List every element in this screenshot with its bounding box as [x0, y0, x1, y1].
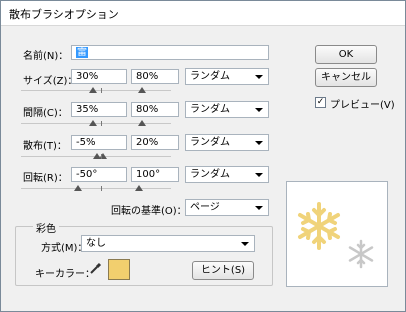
check-icon: ✓: [316, 97, 325, 107]
spacing-label: 間隔(C)：: [23, 108, 68, 119]
name-label: 名前(N)：: [23, 51, 69, 62]
spacing-min-thumb[interactable]: [89, 120, 97, 126]
spacing-max-thumb[interactable]: [138, 120, 146, 126]
rotation-label: 回転(R)：: [23, 173, 68, 184]
scatter-method-dropdown[interactable]: ランダム: [185, 134, 269, 151]
rotation-method-value: ランダム: [190, 169, 230, 180]
scatter-slider[interactable]: [21, 151, 171, 161]
chevron-down-icon: [255, 108, 263, 112]
preview-label: プレビュー(V): [330, 100, 395, 111]
eyedropper-icon[interactable]: [89, 261, 103, 275]
size-method-value: ランダム: [190, 71, 230, 82]
name-value: 雷: [76, 47, 88, 58]
scatter-min-field[interactable]: -5%: [71, 135, 127, 150]
colorization-method-dropdown[interactable]: なし: [81, 235, 255, 252]
spacing-min-field[interactable]: 35%: [71, 102, 127, 117]
size-slider[interactable]: [21, 85, 171, 95]
snowflake-icon: [298, 202, 374, 269]
size-min-field[interactable]: 30%: [71, 69, 127, 84]
rotation-min-field[interactable]: -50°: [71, 167, 127, 182]
key-color-swatch[interactable]: [108, 259, 130, 280]
rotation-max-field[interactable]: 100°: [131, 167, 179, 182]
rotation-basis-dropdown[interactable]: ページ: [185, 199, 269, 216]
chevron-down-icon: [255, 75, 263, 79]
scatter-center-tick: [101, 154, 102, 159]
chevron-down-icon: [241, 242, 249, 246]
dialog-title: 散布ブラシオプション: [9, 8, 119, 21]
spacing-max-field[interactable]: 80%: [131, 102, 179, 117]
rotation-method-dropdown[interactable]: ランダム: [185, 166, 269, 183]
title-bar: 散布ブラシオプション: [1, 1, 405, 26]
cancel-button[interactable]: キャンセル: [315, 68, 377, 87]
rotation-basis-label: 回転の基準(O)：: [111, 206, 187, 217]
rotation-max-thumb[interactable]: [135, 185, 143, 191]
size-max-thumb[interactable]: [138, 87, 146, 93]
scatter-max-field[interactable]: 20%: [131, 135, 179, 150]
key-color-label: キーカラー：: [35, 269, 95, 280]
size-max-field[interactable]: 80%: [131, 69, 179, 84]
chevron-down-icon: [255, 206, 263, 210]
spacing-method-value: ランダム: [190, 104, 230, 115]
scatter-method-value: ランダム: [190, 137, 230, 148]
rotation-min-thumb[interactable]: [74, 185, 82, 191]
rotation-slider[interactable]: [21, 183, 171, 193]
size-center-tick: [101, 88, 102, 93]
brush-preview: [286, 181, 388, 287]
rotation-slider-track: [21, 188, 171, 189]
hint-button[interactable]: ヒント(S): [192, 261, 254, 280]
rotation-center-tick: [101, 186, 102, 191]
chevron-down-icon: [255, 141, 263, 145]
name-input[interactable]: 雷: [71, 45, 269, 60]
preview-checkbox[interactable]: ✓: [315, 97, 326, 108]
dialog-window: 散布ブラシオプション 名前(N)： 雷 サイズ(Z)： 30% 80% ランダム…: [0, 0, 406, 312]
spacing-slider[interactable]: [21, 118, 171, 128]
spacing-method-dropdown[interactable]: ランダム: [185, 101, 269, 118]
size-method-dropdown[interactable]: ランダム: [185, 68, 269, 85]
chevron-down-icon: [255, 173, 263, 177]
ok-button[interactable]: OK: [315, 45, 377, 64]
scatter-label: 散布(T)：: [23, 141, 67, 152]
spacing-center-tick: [101, 121, 102, 126]
size-min-thumb[interactable]: [89, 87, 97, 93]
rotation-basis-value: ページ: [190, 202, 220, 213]
colorization-method-value: なし: [86, 238, 106, 249]
colorization-group-label: 彩色: [33, 220, 59, 235]
